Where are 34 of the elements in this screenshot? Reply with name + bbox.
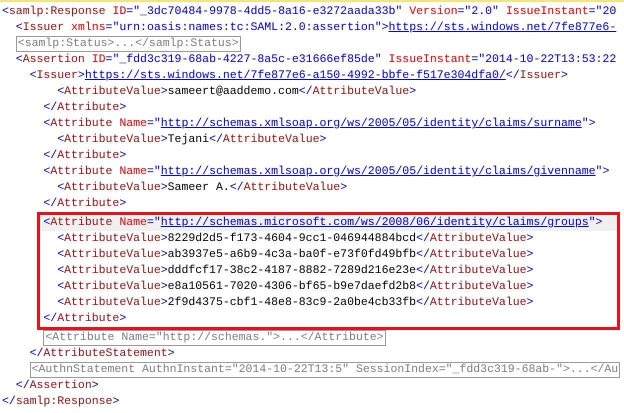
- xml-code: <Issuer xmlns="urn:oasis:names:tc:SAML:2.0:assertion">: [16, 21, 388, 34]
- xml-code: <Attribute Name=": [43, 216, 161, 229]
- xml-code: <AttributeValue>dddfcf17-38c2-4187-8882-7289d216e23e</AttributeValue>: [57, 264, 534, 277]
- xml-code: </Attribute>: [43, 149, 126, 162]
- xml-code: </AttributeStatement>: [30, 347, 175, 360]
- xml-code: <AttributeValue>8229d2d5-f173-4604-9cc1-046944884bcd</AttributeValue>: [57, 232, 534, 245]
- xml-code: <Assertion ID="_fdd3c319-68ab-4227-8a5c-e31666ef85de" IssueInstant="2014-10-22T13:53:22: [16, 53, 616, 66]
- xml-code: <AttributeValue>Tejani</AttributeValue>: [57, 133, 326, 146]
- xml-code: <AttributeValue>2f9d4375-cbf1-48e8-83c9-2a0be4cb33fb</AttributeValue>: [57, 296, 534, 309]
- xml-code: </Attribute>: [43, 101, 126, 114]
- xml-code: <AttributeValue>e8a10561-7020-4306-bf65-b9e7daefd2b8</AttributeValue>: [57, 280, 534, 293]
- xml-code: <Issuer>: [30, 69, 85, 82]
- xml-code: </Attribute>: [43, 197, 126, 210]
- url-link[interactable]: https://sts.windows.net/7fe877e6-a150-4992-bbfe-f517e304dfa0/: [84, 69, 506, 82]
- xml-code: ">: [596, 165, 610, 178]
- xml-code: </samlp:Response>: [2, 395, 120, 408]
- xml-code: ">: [582, 117, 596, 130]
- url-link[interactable]: http://schemas.microsoft.com/ws/2008/06/identity/claims/groups: [160, 216, 589, 229]
- xml-code: <Attribute Name=": [43, 117, 161, 130]
- collapsed-element[interactable]: <samlp:Status>...</samlp:Status>: [16, 36, 241, 52]
- xml-code: <AttributeValue>ab3937e5-a6b9-4c3a-ba0f-e73f0fd49bfb</AttributeValue>: [57, 248, 534, 261]
- xml-code: <Attribute Name=": [43, 165, 161, 178]
- xml-code: ">: [588, 216, 602, 229]
- collapsed-element[interactable]: <Attribute Name="http://schemas.">...</Attribute>: [43, 330, 386, 346]
- xml-code: </Assertion>: [16, 379, 99, 392]
- xml-code: <samlp:Response ID="_3dc70484-9978-4dd5-8a16-e3272aada33b" Version="2.0" IssueInstant="20: [2, 5, 616, 18]
- xml-code: </Issuer>: [506, 69, 568, 82]
- xml-code: <AttributeValue>Sameer A.</AttributeValue>: [57, 181, 348, 194]
- collapsed-element[interactable]: <AuthnStatement AuthnInstant="2014-10-22T13:5" SessionIndex="_fdd3c319-68ab-">...</Au: [30, 362, 620, 378]
- xml-code: </Attribute>: [43, 312, 126, 325]
- url-link[interactable]: https://sts.windows.net/7fe877e6-: [388, 21, 616, 34]
- url-link[interactable]: http://schemas.xmlsoap.org/ws/2005/05/identity/claims/surname: [160, 117, 582, 130]
- xml-code: <AttributeValue>sameert@aaddemo.com</AttributeValue>: [57, 85, 416, 98]
- url-link[interactable]: http://schemas.xmlsoap.org/ws/2005/05/identity/claims/givenname: [160, 165, 596, 178]
